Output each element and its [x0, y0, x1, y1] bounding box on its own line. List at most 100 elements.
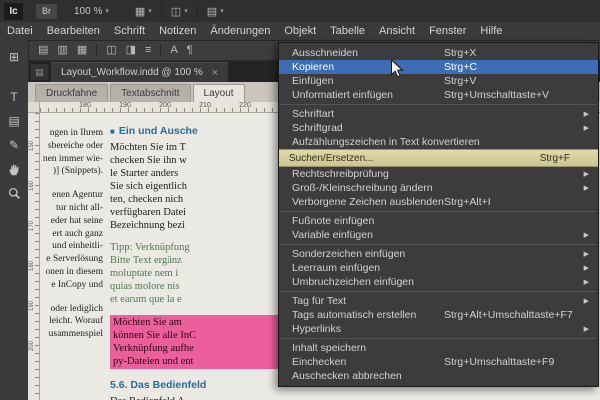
bullet-icon: ■	[110, 127, 115, 136]
context-menu: Ausschneiden Strg+X Kopieren Strg+C Einfügen…	[278, 42, 599, 387]
pencil-tool-icon[interactable]: ✎	[0, 134, 28, 156]
chevron-down-icon: ▾	[148, 8, 152, 15]
menu-item-inhalt-speichern[interactable]: Inhalt speichern	[279, 341, 598, 355]
note-tool-icon[interactable]: ▤	[0, 110, 28, 132]
workspace-grid-icon[interactable]: ⊞	[0, 46, 28, 68]
text-line: usammenspiel	[48, 329, 103, 340]
menu-objekt[interactable]: Objekt	[277, 22, 323, 40]
submenu-arrow-icon: ▶	[583, 279, 589, 286]
view-tab-textabschnitt[interactable]: Textabschnitt	[110, 84, 191, 102]
ruler-label: 190	[119, 102, 131, 109]
close-icon[interactable]: ×	[212, 67, 218, 78]
menu-item-label: Inhalt speichern	[292, 342, 367, 354]
columns-icon[interactable]: ▥	[57, 41, 67, 60]
view-tab-layout[interactable]: Layout	[192, 84, 245, 102]
heading-text: 5.6. Das Bedienfeld	[110, 379, 207, 391]
menu-item-kopieren[interactable]: Kopieren Strg+C	[279, 60, 598, 74]
ruler-label: 200	[159, 102, 171, 109]
paragraph-panel-icon[interactable]: ¶	[187, 41, 193, 60]
text-line: Bezeichnung bezi	[110, 220, 185, 231]
text-line: oder lediglich	[50, 303, 104, 314]
view-tab-druckfahne[interactable]: Druckfahne	[35, 84, 109, 102]
frame-grid-icon[interactable]: ▦	[77, 41, 87, 60]
menu-item-shortcut: Strg+V	[444, 75, 477, 87]
panel-dock-icon[interactable]: ▤	[31, 64, 48, 80]
ruler-label: 160	[29, 181, 35, 192]
menu-item-umbruchzeichen-einfügen[interactable]: Umbruchzeichen einfügen ▶	[279, 275, 598, 289]
toolbar-divider	[160, 44, 162, 57]
menu-item-tags-automatisch-erstellen[interactable]: Tags automatisch erstellen Strg+Alt+Umsch…	[279, 308, 598, 322]
menu-item-verborgene-zeichen-ausblenden[interactable]: Verborgene Zeichen ausblenden Strg+Alt+I	[279, 195, 598, 209]
menu-item-groß-kleinschreibung-ändern[interactable]: Groß-/Kleinschreibung ändern ▶	[279, 181, 598, 195]
menu-item-unformatiert-einfügen[interactable]: Unformatiert einfügen Strg+Umschalttaste+…	[279, 88, 598, 102]
text-line: onen in diesem	[45, 266, 103, 277]
doc-setup-icon[interactable]: ▤	[38, 41, 48, 60]
text-line: Möchten Sie am	[113, 317, 182, 328]
menu-item-schriftart[interactable]: Schriftart ▶	[279, 107, 598, 121]
text-column-main: ■ Ein und Ausche Möchten Sie im T checken S…	[110, 125, 286, 400]
menu-item-schriftgrad[interactable]: Schriftgrad ▶	[279, 121, 598, 135]
body-block: Das Bedienfeld Apy-Dokumente. H	[110, 395, 286, 400]
text-line: e Serverlösung	[46, 254, 103, 265]
view-options-button[interactable]: ▦ ▾	[126, 5, 161, 18]
text-line: et earum que la e	[110, 294, 182, 305]
menu-bearbeiten[interactable]: Bearbeiten	[40, 22, 107, 40]
menu-item-label: Einchecken	[292, 356, 347, 368]
text-line: ert auch ganz	[52, 228, 103, 239]
ruler-label: 180	[79, 102, 91, 109]
incopy-logo: Ic	[4, 2, 23, 20]
bridge-button[interactable]: Br	[36, 3, 57, 19]
zoom-level-dropdown[interactable]: 100 % ▾	[74, 6, 109, 17]
chevron-down-icon: ▾	[184, 8, 188, 15]
menu-item-ausschneiden[interactable]: Ausschneiden Strg+X	[279, 46, 598, 60]
paragraph: oder lediglich leicht. Worauf usammenspiel	[41, 303, 103, 341]
menu-item-label: Sonderzeichen einfügen	[292, 248, 406, 260]
menu-item-variable-einfügen[interactable]: Variable einfügen ▶	[279, 228, 598, 242]
ruler-label: 180	[29, 261, 35, 272]
menu-item-label: Schriftgrad	[292, 122, 343, 134]
character-panel-icon[interactable]: A	[170, 41, 177, 60]
section-heading: 5.6. Das Bedienfeld	[110, 379, 286, 392]
menu-item-rechtschreibprüfung[interactable]: Rechtschreibprüfung ▶	[279, 167, 598, 181]
track-changes-icon[interactable]: ◨	[126, 41, 136, 60]
menu-item-tag-für-text[interactable]: Tag für Text ▶	[279, 294, 598, 308]
zoom-tool-icon[interactable]	[0, 182, 28, 204]
menu-item-label: Kopieren	[292, 61, 335, 73]
search-replace-shortcut: Strg+F	[539, 152, 570, 164]
search-replace-label: Suchen/Ersetzen...	[289, 152, 374, 164]
hand-tool-icon[interactable]	[0, 158, 28, 180]
notes-icon[interactable]: ◫	[106, 41, 116, 60]
screen-mode-button[interactable]: ◫ ▾	[162, 5, 197, 18]
text-line: checken Sie ihn w	[110, 155, 187, 166]
menu-änderungen[interactable]: Änderungen	[203, 22, 277, 40]
menu-item-hyperlinks[interactable]: Hyperlinks ▶	[279, 322, 598, 336]
document-tab[interactable]: Layout_Workflow.indd @ 100 % ×	[51, 62, 229, 82]
menu-separator	[280, 244, 597, 245]
menu-item-label: Einfügen	[292, 75, 334, 87]
type-tool-icon[interactable]: T	[0, 86, 28, 108]
menu-tabelle[interactable]: Tabelle	[323, 22, 372, 40]
search-replace-bar[interactable]: Suchen/Ersetzen... Strg+F	[279, 149, 598, 167]
menu-separator	[280, 104, 597, 105]
arrange-documents-button[interactable]: ▤ ▾	[198, 5, 233, 18]
menu-item-sonderzeichen-einfügen[interactable]: Sonderzeichen einfügen ▶	[279, 247, 598, 261]
menu-hilfe[interactable]: Hilfe	[473, 22, 509, 40]
menu-item-fußnote-einfügen[interactable]: Fußnote einfügen	[279, 214, 598, 228]
word-count-icon[interactable]: ≡	[145, 41, 151, 60]
text-line: Bitte Text ergänz	[110, 255, 182, 266]
menu-item-label: Hyperlinks	[292, 323, 342, 335]
menu-item-einchecken[interactable]: Einchecken Strg+Umschalttaste+F9	[279, 355, 598, 369]
menu-fenster[interactable]: Fenster	[422, 22, 473, 40]
menu-item-label: Tags automatisch erstellen	[292, 309, 417, 321]
menu-item-label: Verborgene Zeichen ausblenden	[292, 196, 444, 208]
document-tab-title: Layout_Workflow.indd @ 100 %	[61, 67, 203, 78]
text-line: enen Agentur	[52, 190, 103, 201]
menu-item-auschecken-abbrechen[interactable]: Auschecken abbrechen	[279, 369, 598, 383]
menu-datei[interactable]: Datei	[0, 22, 40, 40]
menu-item-leerraum-einfügen[interactable]: Leerraum einfügen ▶	[279, 261, 598, 275]
menu-schrift[interactable]: Schrift	[107, 22, 152, 40]
menu-ansicht[interactable]: Ansicht	[372, 22, 422, 40]
menu-item-aufzählungszeichen-in-text-konvertieren[interactable]: Aufzählungszeichen in Text konvertieren	[279, 135, 598, 149]
menu-item-einfügen[interactable]: Einfügen Strg+V	[279, 74, 598, 88]
menu-notizen[interactable]: Notizen	[152, 22, 203, 40]
